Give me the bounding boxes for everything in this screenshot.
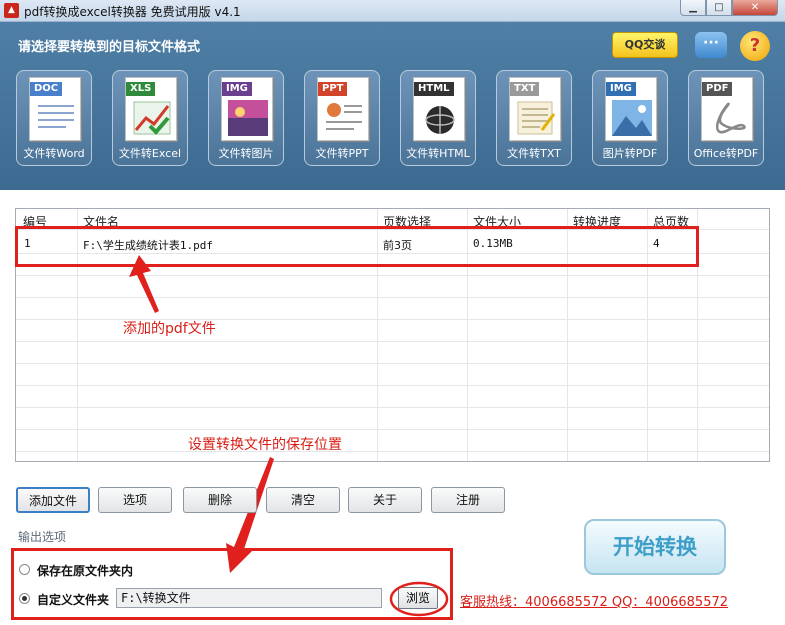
start-convert-button[interactable]: 开始转换 (584, 519, 726, 575)
format-header: 请选择要转换到的目标文件格式 QQ交谈 ··· ? DOC 文件转Word XL… (0, 22, 785, 190)
maximize-button[interactable]: □ (706, 0, 732, 16)
format-button-image[interactable]: IMG 文件转图片 (208, 70, 284, 166)
pdf-file-icon: PDF (701, 77, 753, 141)
qq-chat-button[interactable]: QQ交谈 (612, 32, 678, 58)
format-label: 文件转图片 (218, 147, 274, 160)
annotation-save-location: 设置转换文件的保存位置 (188, 437, 342, 453)
html-file-icon: HTML (413, 77, 465, 141)
register-button[interactable]: 注册 (431, 487, 505, 513)
format-button-txt[interactable]: TXT 文件转TXT (496, 70, 572, 166)
radio-same-folder-label[interactable]: 保存在原文件夹内 (37, 562, 133, 579)
delete-button[interactable]: 删除 (183, 487, 257, 513)
add-file-button[interactable]: 添加文件 (16, 487, 90, 513)
clear-button[interactable]: 清空 (266, 487, 340, 513)
annotation-arrow (129, 255, 159, 313)
format-button-ppt[interactable]: PPT 文件转PPT (304, 70, 380, 166)
speech-bubble-icon[interactable]: ··· (695, 32, 727, 58)
format-label: Office转PDF (693, 147, 759, 160)
format-label: 文件转HTML (406, 147, 470, 160)
title-bar: ▲ pdf转换成excel转换器 免费试用版 v4.1 ▁ □ ✕ (0, 0, 785, 22)
radio-custom-folder[interactable] (19, 593, 30, 604)
radio-same-folder[interactable] (19, 564, 30, 575)
image-file-icon: IMG (221, 77, 273, 141)
format-label: 文件转Word (23, 147, 85, 160)
doc-file-icon: DOC (29, 77, 81, 141)
format-label: 图片转PDF (602, 147, 658, 160)
format-button-word[interactable]: DOC 文件转Word (16, 70, 92, 166)
row-highlight-box (15, 226, 699, 267)
radio-custom-folder-label[interactable]: 自定义文件夹 (37, 591, 109, 608)
format-button-office-to-pdf[interactable]: PDF Office转PDF (688, 70, 764, 166)
xls-file-icon: XLS (125, 77, 177, 141)
format-button-excel[interactable]: XLS 文件转Excel (112, 70, 188, 166)
about-button[interactable]: 关于 (348, 487, 422, 513)
support-hotline-link[interactable]: 客服热线：4006685572 QQ：4006685572 (460, 591, 728, 610)
window-title: pdf转换成excel转换器 免费试用版 v4.1 (24, 5, 241, 19)
question-icon[interactable]: ? (740, 31, 770, 61)
output-highlight-box (11, 548, 453, 620)
format-label: 文件转PPT (315, 147, 369, 160)
txt-file-icon: TXT (509, 77, 561, 141)
browse-highlight-circle (389, 581, 449, 617)
format-label: 文件转TXT (507, 147, 561, 160)
output-options-label: 输出选项 (18, 530, 67, 544)
close-button[interactable]: ✕ (732, 0, 778, 16)
header-title: 请选择要转换到的目标文件格式 (18, 40, 201, 55)
minimize-button[interactable]: ▁ (680, 0, 706, 16)
ppt-file-icon: PPT (317, 77, 369, 141)
app-icon: ▲ (4, 3, 19, 18)
annotation-added-file: 添加的pdf文件 (123, 321, 216, 337)
output-path-input[interactable]: F:\转换文件 (116, 588, 382, 608)
options-button[interactable]: 选项 (98, 487, 172, 513)
format-button-image-to-pdf[interactable]: IMG 图片转PDF (592, 70, 668, 166)
format-label: 文件转Excel (118, 147, 182, 160)
image-file-icon: IMG (605, 77, 657, 141)
format-button-html[interactable]: HTML 文件转HTML (400, 70, 476, 166)
